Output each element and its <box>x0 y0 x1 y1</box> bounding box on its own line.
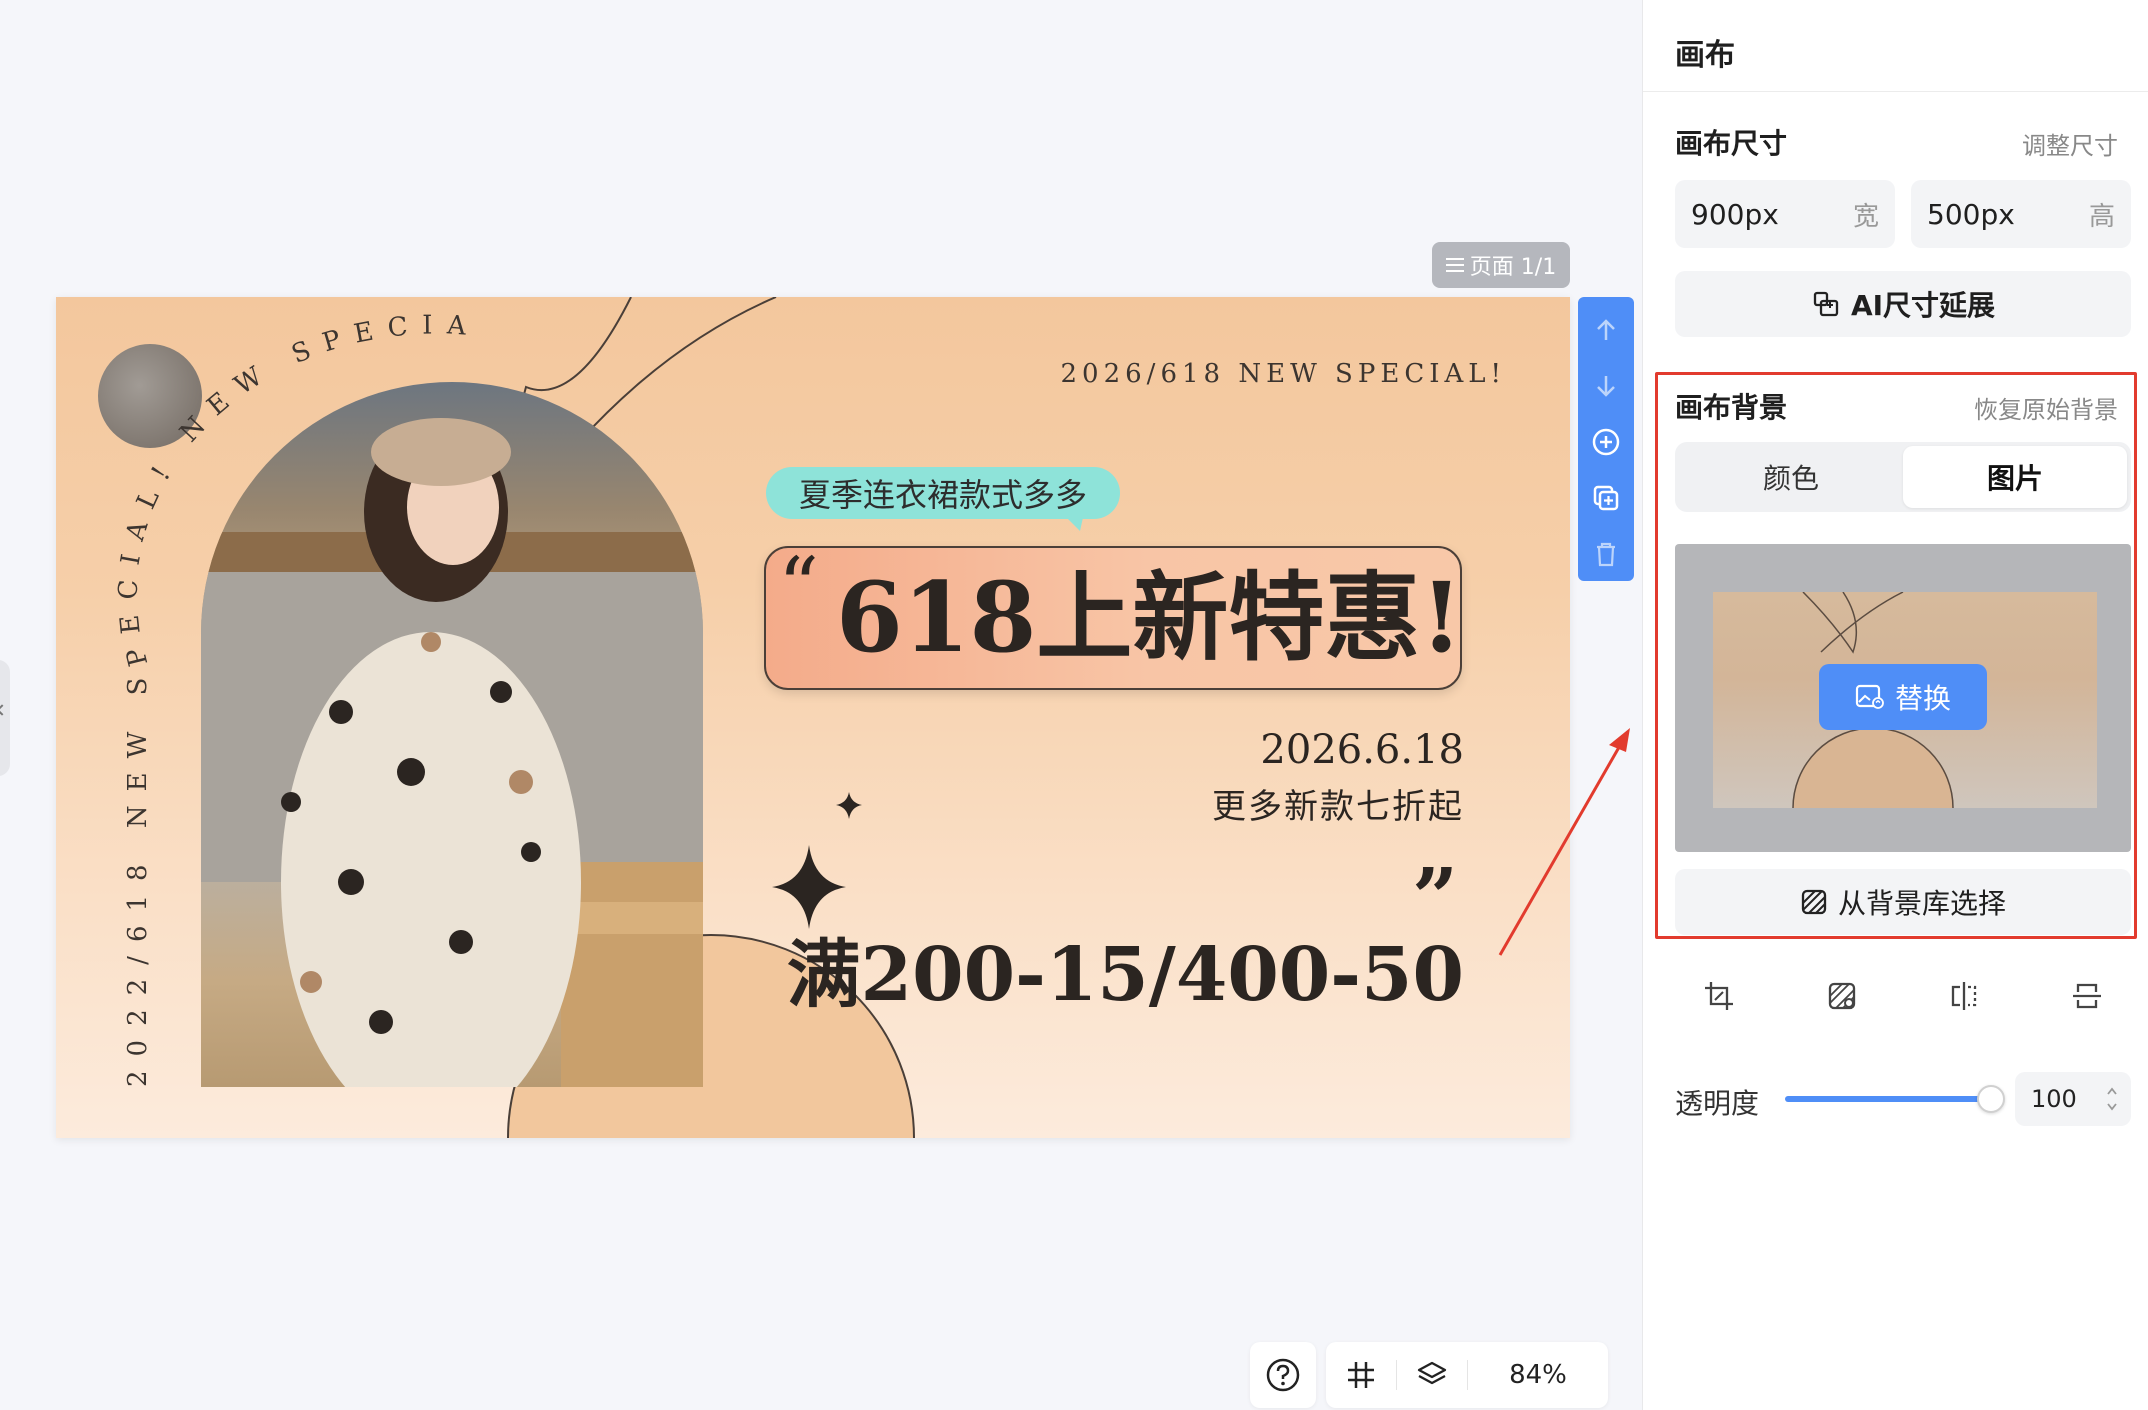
duplicate-page-button[interactable] <box>1586 475 1626 521</box>
flip-horizontal-button[interactable] <box>1934 966 1994 1026</box>
opacity-label: 透明度 <box>1675 1087 1760 1120</box>
help-icon <box>1266 1358 1300 1392</box>
tag-pill-tail <box>1062 513 1084 531</box>
headline-text[interactable]: 618上新特惠! <box>836 565 1463 671</box>
arrow-up-icon <box>1597 319 1615 340</box>
zoom-level[interactable]: 84% <box>1468 1360 1608 1390</box>
width-value: 900px <box>1691 197 1779 231</box>
background-remove-icon <box>1828 982 1855 1010</box>
move-up-button[interactable] <box>1586 307 1626 353</box>
canvas-size-title: 画布尺寸 <box>1675 127 1788 160</box>
headline-open-quote: “ <box>778 540 819 633</box>
height-value: 500px <box>1927 197 2015 231</box>
svg-text:2022/618 NEW SPECIAL! NEW SPEC: 2022/618 NEW SPECIAL! NEW SPECIAL! <box>56 297 481 1087</box>
canvas-background-title: 画布背景 <box>1675 391 1788 424</box>
replace-background-button[interactable]: 替换 <box>1819 664 1987 730</box>
ai-size-extend-button[interactable]: AI尺寸延展 <box>1675 271 2131 337</box>
page-indicator-label: 页面 1/1 <box>1469 255 1557 280</box>
background-preview: 替换 <box>1675 544 2131 852</box>
height-field[interactable]: 500px 高 <box>1911 180 2131 248</box>
curved-special-text: 2022/618 NEW SPECIAL! NEW SPECIAL! <box>56 297 467 1087</box>
layers-icon <box>1417 1361 1447 1385</box>
canvas-workspace[interactable]: 页面 1/1 2022/618 NEW SPECIAL! NEW SPECIA … <box>0 0 1642 1410</box>
layers-button[interactable] <box>1397 1342 1467 1408</box>
stepper-icon[interactable] <box>2105 1082 2119 1116</box>
replace-label: 替换 <box>1894 682 1951 715</box>
grid-icon <box>1348 1362 1374 1388</box>
ai-expand-icon <box>1813 291 1839 317</box>
opacity-input[interactable]: 100 <box>2015 1072 2131 1126</box>
add-page-button[interactable] <box>1586 419 1626 465</box>
background-tools <box>1675 966 2131 1026</box>
restore-background-link[interactable]: 恢复原始背景 <box>1974 390 2118 425</box>
grid-toggle-button[interactable] <box>1326 1342 1396 1408</box>
height-unit-label: 高 <box>2088 201 2115 232</box>
flip-vertical-icon <box>2072 983 2101 1009</box>
design-canvas[interactable]: 2022/618 NEW SPECIAL! NEW SPECIAL! 2026/… <box>56 297 1570 1138</box>
collapse-left-panel-handle[interactable] <box>0 660 10 776</box>
ai-size-extend-label: AI尺寸延展 <box>1850 289 1996 322</box>
bottom-toolbar: 84% <box>1326 1342 1608 1408</box>
chevron-left-icon <box>0 704 8 716</box>
crop-icon <box>1705 982 1733 1010</box>
promo-text[interactable]: 满200-15/400-50 <box>787 915 1464 1022</box>
background-library-label: 从背景库选择 <box>1837 887 2006 920</box>
move-down-button[interactable] <box>1586 363 1626 409</box>
tab-image[interactable]: 图片 <box>1903 446 2127 508</box>
image-replace-icon <box>1855 684 1884 709</box>
width-unit-label: 宽 <box>1852 201 1879 232</box>
tab-color[interactable]: 颜色 <box>1679 446 1903 508</box>
opacity-slider-thumb[interactable] <box>1977 1085 2005 1113</box>
add-circle-icon <box>1592 428 1620 456</box>
panel-title: 画布 <box>1675 38 1735 73</box>
element-float-toolbar <box>1578 297 1634 581</box>
flip-vertical-button[interactable] <box>2057 966 2117 1026</box>
crop-button[interactable] <box>1689 966 1749 1026</box>
delete-page-button[interactable] <box>1586 531 1626 577</box>
page-indicator[interactable]: 页面 1/1 <box>1432 242 1570 288</box>
tag-pill[interactable]: 夏季连衣裙款式多多 <box>766 467 1120 519</box>
help-button[interactable] <box>1250 1342 1316 1408</box>
background-library-icon <box>1801 889 1827 915</box>
date-text[interactable]: 2026.6.18 <box>1260 727 1464 773</box>
opacity-slider-track[interactable] <box>1785 1096 1991 1102</box>
arrow-down-icon <box>1597 376 1615 397</box>
background-remove-button[interactable] <box>1812 966 1872 1026</box>
adjust-size-link[interactable]: 调整尺寸 <box>2022 126 2118 161</box>
width-field[interactable]: 900px 宽 <box>1675 180 1895 248</box>
trash-icon <box>1597 542 1615 567</box>
divider <box>1643 91 2148 92</box>
duplicate-icon <box>1593 485 1619 511</box>
flip-horizontal-icon <box>1952 982 1977 1010</box>
list-icon <box>1445 258 1464 272</box>
properties-panel: 画布 画布尺寸 调整尺寸 900px 宽 500px 高 AI尺寸延展 画布背景… <box>1642 0 2148 1410</box>
opacity-value: 100 <box>2031 1085 2077 1113</box>
subline-text[interactable]: 更多新款七折起 <box>1212 779 1464 828</box>
top-right-special-text[interactable]: 2026/618 NEW SPECIAL! <box>1061 359 1506 389</box>
background-type-tabs: 颜色 图片 <box>1675 442 2131 512</box>
background-library-button[interactable]: 从背景库选择 <box>1675 869 2131 935</box>
